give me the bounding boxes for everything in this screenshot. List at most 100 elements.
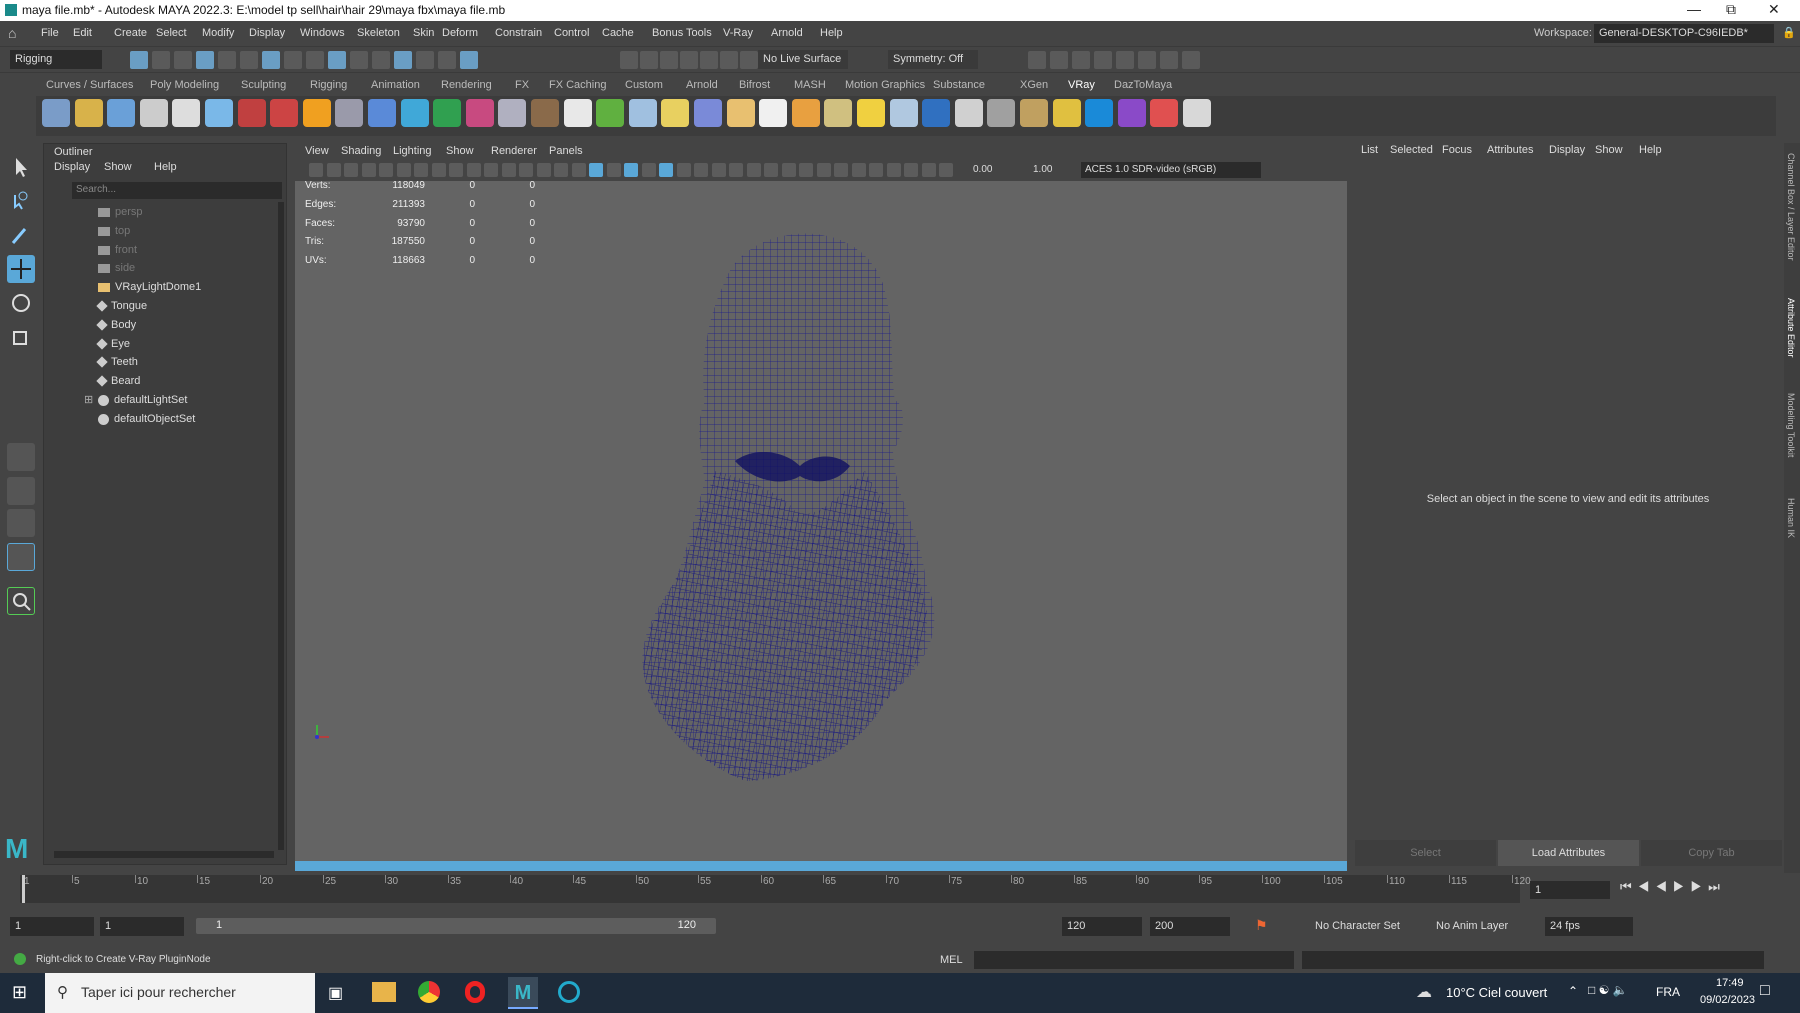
menu-arnold[interactable]: Arnold [771, 27, 803, 39]
shelf-tool-icon[interactable] [140, 99, 168, 127]
gamma-value[interactable]: 1.00 [1033, 164, 1052, 175]
expand-icon[interactable]: ⊞ [84, 392, 93, 409]
step-back-key-icon[interactable]: ◀ [1638, 879, 1656, 894]
shelf-tab-poly-modeling[interactable]: Poly Modeling [150, 79, 219, 91]
shelf-tool-icon[interactable] [1020, 99, 1048, 127]
attr-menu-selected[interactable]: Selected [1390, 144, 1433, 156]
viewport-tool-icon[interactable] [677, 163, 691, 177]
statusline-tool-icon[interactable] [174, 51, 192, 69]
shelf-tool-icon[interactable] [727, 99, 755, 127]
statusline-tool-icon[interactable] [416, 51, 434, 69]
task-view-icon[interactable]: ▣ [328, 983, 343, 1003]
command-input[interactable] [974, 951, 1294, 969]
shelf-tool-icon[interactable] [564, 99, 592, 127]
menu-deform[interactable]: Deform [442, 27, 478, 39]
clock-date[interactable]: 09/02/2023 [1700, 994, 1755, 1006]
viewport-menu-show[interactable]: Show [446, 145, 474, 157]
shelf-tool-icon[interactable] [270, 99, 298, 127]
menu-control[interactable]: Control [554, 27, 589, 39]
paint-select-icon[interactable] [7, 221, 35, 249]
render-tool-icon[interactable] [1050, 51, 1068, 69]
statusline-tool-icon[interactable] [240, 51, 258, 69]
shelf-tool-icon[interactable] [792, 99, 820, 127]
outliner-item[interactable]: side [98, 260, 135, 277]
menu-select[interactable]: Select [156, 27, 187, 39]
shelf-tool-icon[interactable] [596, 99, 624, 127]
playback-controls[interactable]: ⏮◀◀▶▶⏭ [1620, 879, 1726, 895]
outliner-item[interactable]: Tongue [96, 298, 147, 315]
viewport-menu-lighting[interactable]: Lighting [393, 145, 432, 157]
exposure-value[interactable]: 0.00 [973, 164, 992, 175]
statusline-tool-icon[interactable] [262, 51, 280, 69]
statusline-tool-icon[interactable] [196, 51, 214, 69]
viewport-tool-icon[interactable] [397, 163, 411, 177]
attr-menu-help[interactable]: Help [1639, 144, 1662, 156]
outliner-item[interactable]: persp [98, 204, 143, 221]
shelf-tool-icon[interactable] [303, 99, 331, 127]
menu-windows[interactable]: Windows [300, 27, 345, 39]
attr-menu-list[interactable]: List [1361, 144, 1378, 156]
go-to-start-icon[interactable]: ⏮ [1620, 879, 1638, 894]
viewport-menu-panels[interactable]: Panels [549, 145, 583, 157]
shelf-tool-icon[interactable] [498, 99, 526, 127]
side-tab[interactable]: Modeling Toolkit [1786, 393, 1796, 457]
snap-icon[interactable] [680, 51, 698, 69]
menu-help[interactable]: Help [820, 27, 843, 39]
viewport-tool-icon[interactable] [327, 163, 341, 177]
shelf-tool-icon[interactable] [1183, 99, 1211, 127]
viewport-tool-icon[interactable] [922, 163, 936, 177]
viewport-tool-icon[interactable] [572, 163, 586, 177]
statusline-tool-icon[interactable] [130, 51, 148, 69]
tray-chevron-icon[interactable]: ⌃ [1568, 984, 1578, 998]
statusline-tool-icon[interactable] [152, 51, 170, 69]
statusline-tool-icon[interactable] [438, 51, 456, 69]
shelf-tab-arnold[interactable]: Arnold [686, 79, 718, 91]
shelf-tool-icon[interactable] [922, 99, 950, 127]
shelf-tab-sculpting[interactable]: Sculpting [241, 79, 286, 91]
two-view-layout-icon[interactable] [7, 509, 35, 537]
shelf-tool-icon[interactable] [238, 99, 266, 127]
viewport-tool-icon[interactable] [817, 163, 831, 177]
attr-menu-focus[interactable]: Focus [1442, 144, 1472, 156]
statusline-tool-icon[interactable] [372, 51, 390, 69]
viewport-tool-icon[interactable] [869, 163, 883, 177]
menu-v-ray[interactable]: V-Ray [723, 27, 753, 39]
weather-text[interactable]: 10°C Ciel couvert [1446, 985, 1547, 1000]
outliner-search-input[interactable]: Search... [72, 182, 282, 199]
snap-icon[interactable] [660, 51, 678, 69]
render-tool-icon[interactable] [1028, 51, 1046, 69]
side-tab[interactable]: Human IK [1786, 498, 1796, 538]
shelf-tool-icon[interactable] [205, 99, 233, 127]
four-view-layout-icon[interactable] [7, 477, 35, 505]
viewport-tool-icon[interactable] [887, 163, 901, 177]
minimize-icon[interactable]: — [1687, 1, 1701, 17]
live-surface-field[interactable]: No Live Surface [758, 50, 848, 69]
chrome-icon[interactable] [418, 981, 440, 1003]
shelf-tab-xgen[interactable]: XGen [1020, 79, 1048, 91]
viewport-panel[interactable]: View Shading Lighting Show Renderer Panels 0.… [295, 143, 1347, 871]
shelf-tab-substance[interactable]: Substance [933, 79, 985, 91]
render-tool-icon[interactable] [1182, 51, 1200, 69]
statusline-tool-icon[interactable] [218, 51, 236, 69]
render-tool-icon[interactable] [1072, 51, 1090, 69]
viewport-tool-icon[interactable] [537, 163, 551, 177]
menu-edit[interactable]: Edit [73, 27, 92, 39]
animation-start-field[interactable]: 1 [10, 917, 94, 936]
auto-key-icon[interactable]: ⚑ [1255, 917, 1268, 934]
shelf-tab-fx[interactable]: FX [515, 79, 529, 91]
rotate-tool-icon[interactable] [7, 289, 35, 317]
shelf-tab-rendering[interactable]: Rendering [441, 79, 492, 91]
statusline-tool-icon[interactable] [460, 51, 478, 69]
snap-icon[interactable] [700, 51, 718, 69]
viewport-menu-shading[interactable]: Shading [341, 145, 381, 157]
maya-taskbar-icon[interactable]: M [508, 977, 538, 1009]
menu-cache[interactable]: Cache [602, 27, 634, 39]
viewport-tool-icon[interactable] [449, 163, 463, 177]
shelf-tool-icon[interactable] [107, 99, 135, 127]
time-ruler[interactable]: 1 5 10 15 20 25 30 35 40 45 50 55 60 65 70 75 80 85 90 95 10… [20, 875, 1531, 903]
outliner-item[interactable]: Beard [96, 373, 140, 390]
outliner-hscrollbar[interactable] [54, 851, 274, 858]
input-language[interactable]: FRA [1656, 985, 1680, 999]
animation-end-field[interactable]: 200 [1150, 917, 1230, 936]
select-button[interactable]: Select [1355, 840, 1496, 866]
